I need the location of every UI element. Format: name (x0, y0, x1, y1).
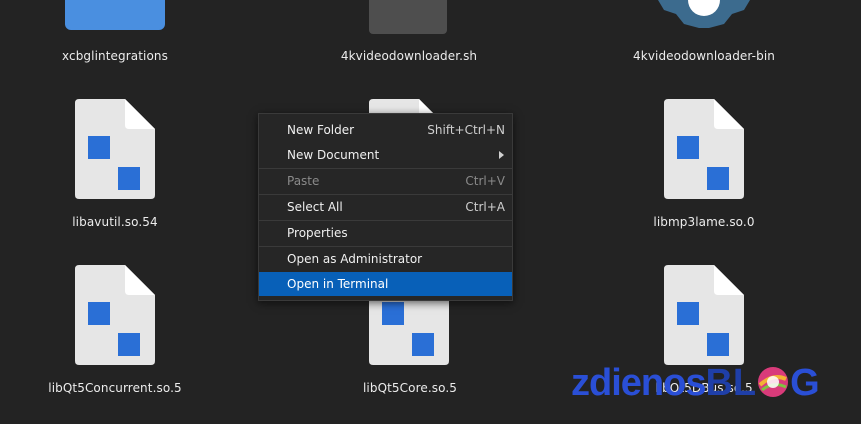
menu-item-paste[interactable]: Paste Ctrl+V (259, 169, 512, 193)
menu-item-label: New Folder (287, 123, 355, 137)
menu-item-open-as-administrator[interactable]: Open as Administrator (259, 247, 512, 271)
gear-icon (658, 0, 750, 28)
context-menu: New Folder Shift+Ctrl+N New Document Pas… (258, 113, 513, 301)
menu-item-label: Open in Terminal (287, 277, 389, 291)
watermark-globe-icon (758, 367, 789, 397)
submenu-arrow-icon (499, 151, 504, 159)
watermark-text-b: BL (705, 362, 757, 404)
menu-item-label: Paste (287, 174, 320, 188)
watermark-text-c: G (790, 362, 820, 404)
menu-item-properties[interactable]: Properties (259, 221, 512, 245)
file-label: libavutil.so.54 (72, 215, 158, 229)
menu-item-label: Select All (287, 200, 343, 214)
menu-item-new-document[interactable]: New Document (259, 143, 512, 167)
library-file-icon (664, 265, 744, 365)
file-label: libQt5Core.so.5 (363, 381, 457, 395)
library-file-icon (75, 99, 155, 199)
folder-icon (65, 0, 165, 30)
watermark-logo: zdienosBL G (571, 362, 820, 412)
watermark-text-a: zdienos (571, 362, 706, 404)
menu-item-open-in-terminal[interactable]: Open in Terminal (259, 272, 512, 296)
menu-item-label: New Document (287, 148, 380, 162)
file-label: libQt5Concurrent.so.5 (48, 381, 182, 395)
file-label: xcbglintegrations (62, 49, 168, 63)
file-label: 4kvideodownloader.sh (340, 49, 478, 63)
menu-item-label: Open as Administrator (287, 252, 423, 266)
script-icon (369, 0, 447, 34)
library-file-icon (664, 99, 744, 199)
menu-item-new-folder[interactable]: New Folder Shift+Ctrl+N (259, 118, 512, 142)
menu-item-select-all[interactable]: Select All Ctrl+A (259, 195, 512, 219)
menu-item-shortcut: Ctrl+A (465, 200, 505, 214)
library-file-icon (75, 265, 155, 365)
menu-item-label: Properties (287, 226, 348, 240)
menu-item-shortcut: Ctrl+V (465, 174, 505, 188)
file-label: libmp3lame.so.0 (653, 215, 755, 229)
file-label: 4kvideodownloader-bin (633, 49, 775, 63)
menu-item-shortcut: Shift+Ctrl+N (427, 123, 505, 137)
